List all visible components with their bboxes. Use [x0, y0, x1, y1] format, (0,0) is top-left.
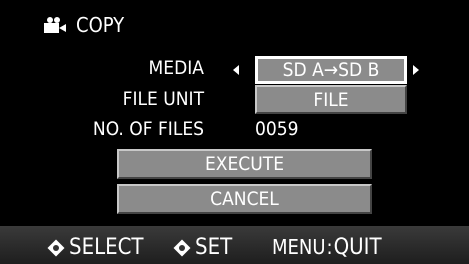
- right-arrow-icon[interactable]: [413, 65, 419, 75]
- movie-camera-icon: [44, 17, 66, 33]
- files-count-value: 0059: [255, 118, 299, 140]
- media-label: MEDIA: [148, 57, 204, 79]
- select-hint: SELECT: [47, 235, 144, 260]
- menu-header: COPY: [44, 13, 124, 37]
- set-hint-label: SET: [195, 235, 233, 260]
- cancel-label: CANCEL: [210, 188, 279, 210]
- left-arrow-icon[interactable]: [233, 65, 239, 75]
- media-select-button[interactable]: SD A→SD B: [255, 56, 407, 84]
- execute-label: EXECUTE: [205, 153, 284, 175]
- footer-bar: SELECT SET MENU: QUIT: [0, 226, 469, 264]
- dpad-icon: [47, 239, 65, 257]
- colon-separator: :: [326, 235, 333, 259]
- menu-title: COPY: [76, 13, 125, 37]
- quit-label: QUIT: [333, 235, 382, 260]
- files-count-label: NO. OF FILES: [92, 118, 204, 140]
- cancel-button[interactable]: CANCEL: [117, 184, 372, 214]
- copy-menu-screen: COPY MEDIA SD A→SD B FILE UNIT FILE NO. …: [0, 0, 469, 264]
- file-unit-label: FILE UNIT: [122, 88, 204, 110]
- file-unit-value: FILE: [313, 88, 349, 111]
- menu-quit-hint: MENU: QUIT: [272, 235, 382, 260]
- dpad-press-icon: [173, 239, 191, 257]
- media-value: SD A→SD B: [282, 59, 380, 81]
- set-hint: SET: [173, 235, 232, 260]
- execute-button[interactable]: EXECUTE: [117, 149, 372, 179]
- menu-key-label: MENU: [272, 235, 326, 259]
- select-hint-label: SELECT: [69, 235, 144, 260]
- file-unit-button[interactable]: FILE: [255, 85, 407, 114]
